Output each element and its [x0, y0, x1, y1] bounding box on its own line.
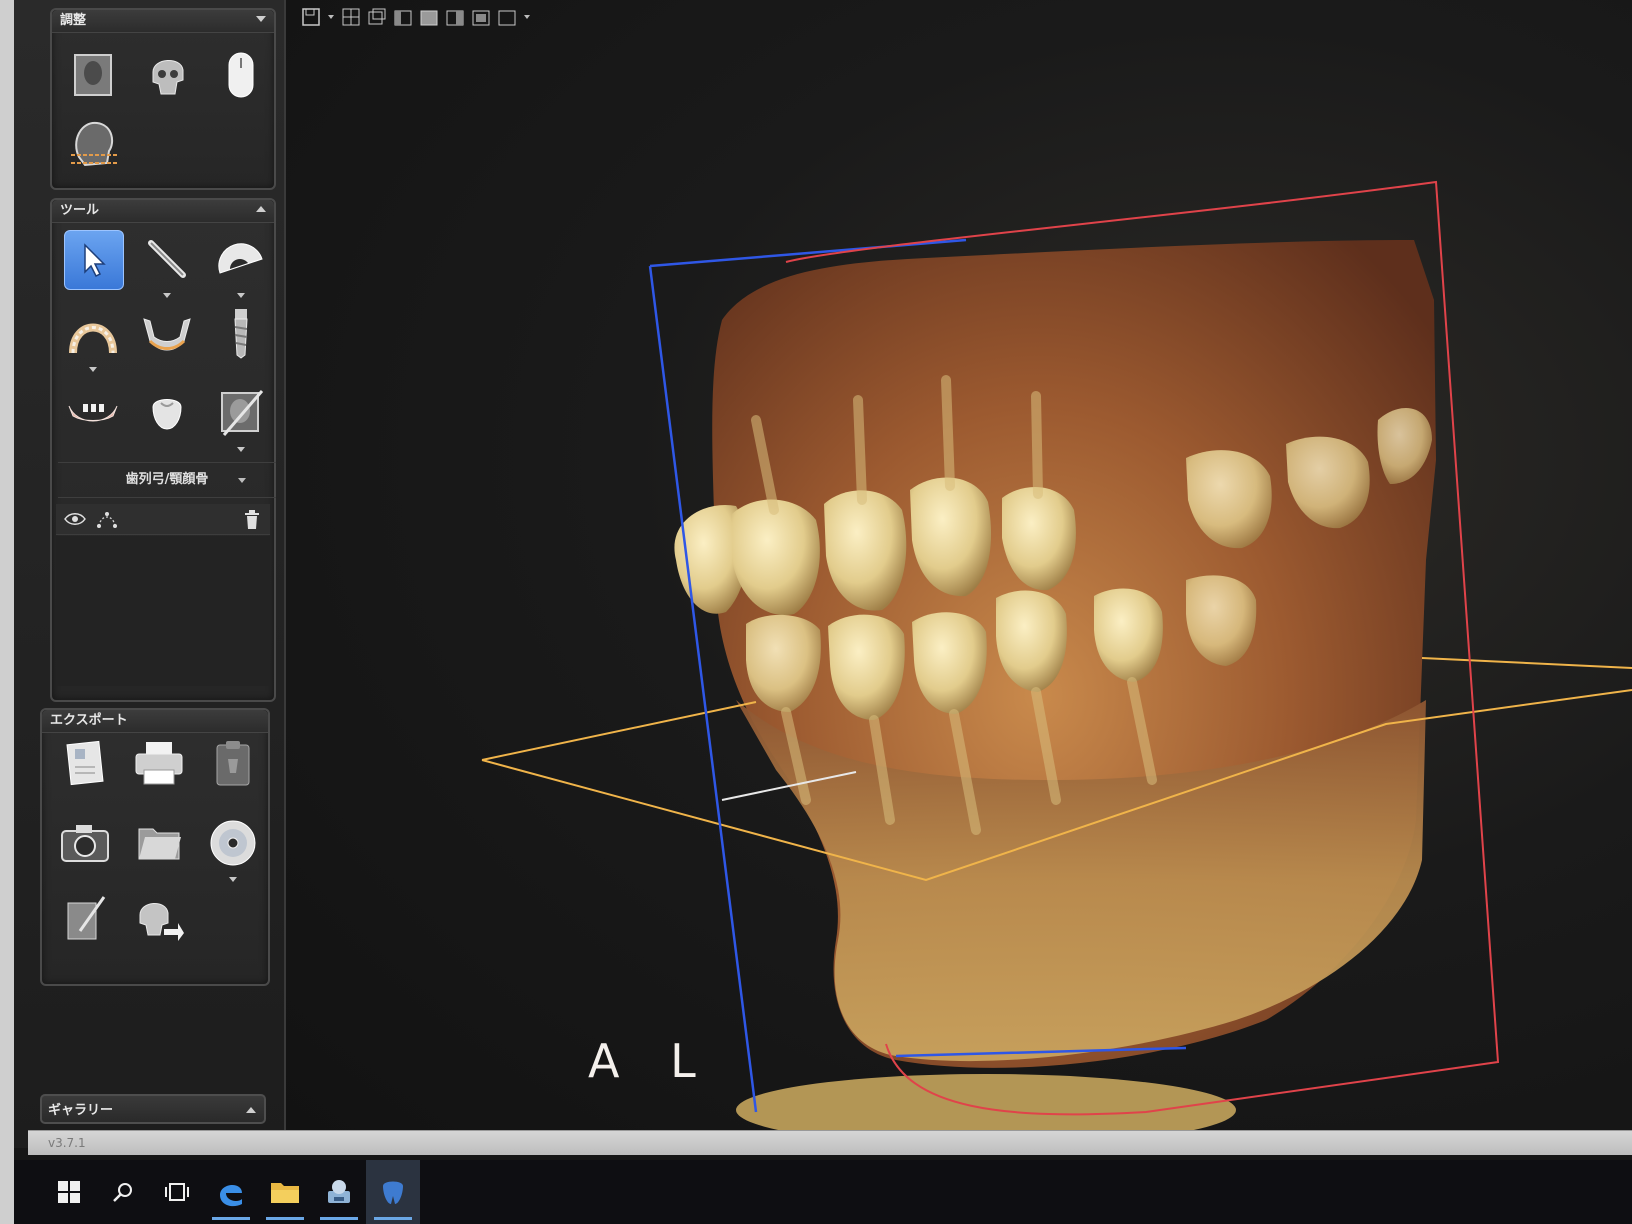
disc-icon — [210, 820, 256, 866]
status-bar: v3.7.1 — [28, 1130, 1632, 1155]
skull-view-button[interactable] — [138, 46, 196, 104]
face-view-button[interactable] — [64, 46, 122, 104]
dental-arch-icon — [69, 323, 117, 354]
send-skull-button[interactable] — [130, 890, 188, 948]
jaw-bone-icon — [68, 404, 118, 422]
export-panel-title: エクスポート — [50, 713, 128, 728]
adjust-panel: 調整 — [50, 8, 276, 190]
head-ceph-view-button[interactable] — [64, 116, 122, 174]
task-view-button[interactable] — [150, 1160, 204, 1224]
volume-render[interactable] — [286, 0, 1632, 1148]
bone-graft-tool-button[interactable] — [64, 384, 122, 442]
head-profile-icon — [71, 121, 117, 167]
ruler-icon — [148, 240, 186, 278]
skull-icon — [152, 60, 184, 95]
file-explorer-button[interactable] — [258, 1160, 312, 1224]
dental-viewer-app-button[interactable] — [366, 1160, 420, 1224]
clipboard-icon — [216, 741, 250, 786]
edit-export-button[interactable] — [56, 890, 114, 948]
adjust-panel-header[interactable]: 調整 — [52, 10, 274, 33]
start-button[interactable] — [42, 1160, 96, 1224]
protractor-icon — [218, 243, 263, 274]
tools-panel: ツール 歯列弓/顎顔骨 — [50, 198, 276, 702]
arch-tool-button[interactable] — [64, 304, 122, 372]
object-list-area[interactable] — [56, 536, 270, 686]
document-pen-icon — [67, 896, 106, 940]
chevron-down-icon — [238, 478, 246, 483]
task-view-icon — [165, 1183, 189, 1201]
eye-visibility-icon[interactable] — [64, 512, 86, 526]
report-export-button[interactable] — [56, 734, 114, 792]
folder-export-button[interactable] — [130, 814, 188, 872]
left-panel: 調整 ツール 歯列弓/顎顔骨 エクスポート ギャラリー — [14, 0, 286, 1148]
select-tool-button[interactable] — [64, 230, 124, 290]
skull-export-icon — [139, 903, 184, 941]
trash-icon[interactable] — [244, 510, 260, 530]
object-type-dropdown-label: 歯列弓/顎顔骨 — [125, 472, 209, 487]
search-icon — [113, 1183, 132, 1202]
expand-arrow-icon[interactable] — [246, 1107, 256, 1113]
nerve-tool-button[interactable] — [138, 304, 196, 362]
mandible-icon — [143, 318, 191, 351]
windows-taskbar — [14, 1160, 1632, 1224]
print-button[interactable] — [130, 734, 188, 792]
search-button[interactable] — [96, 1160, 150, 1224]
imaging-app-button[interactable] — [312, 1160, 366, 1224]
gallery-panel-header[interactable]: ギャラリー — [40, 1094, 266, 1124]
collapse-arrow-icon[interactable] — [256, 16, 266, 22]
folder-icon — [271, 1183, 299, 1203]
gallery-panel-title: ギャラリー — [48, 1103, 114, 1118]
mouse-icon — [228, 52, 254, 98]
scanner-app-icon — [328, 1180, 350, 1203]
tooth-crown-icon — [152, 399, 182, 430]
submenu-caret-icon[interactable] — [89, 367, 97, 372]
version-label: v3.7.1 — [48, 1136, 86, 1150]
export-panel: エクスポート — [40, 708, 270, 986]
burn-disc-button[interactable] — [204, 814, 262, 882]
angle-tool-button[interactable] — [212, 230, 270, 298]
measure-tool-button[interactable] — [138, 230, 196, 298]
crown-tool-button[interactable] — [138, 384, 196, 442]
curve-points-icon[interactable] — [96, 510, 118, 528]
face-photo-icon — [74, 54, 112, 96]
camera-icon — [61, 825, 109, 862]
submenu-caret-icon[interactable] — [237, 293, 245, 298]
submenu-caret-icon[interactable] — [229, 877, 237, 882]
screen: 調整 ツール 歯列弓/顎顔骨 エクスポート ギャラリー A L v3.7.1 — [14, 0, 1632, 1160]
object-list-header — [56, 504, 270, 535]
tools-panel-title: ツール — [60, 203, 100, 218]
windows-logo-icon — [58, 1181, 80, 1203]
cursor-arrow-icon — [84, 243, 106, 278]
submenu-caret-icon[interactable] — [163, 293, 171, 298]
report-document-icon — [66, 740, 104, 786]
collapse-arrow-icon[interactable] — [256, 206, 266, 212]
clipboard-export-button[interactable] — [204, 734, 262, 792]
tools-panel-header[interactable]: ツール — [52, 200, 274, 223]
object-type-dropdown[interactable]: 歯列弓/顎顔骨 — [58, 462, 276, 498]
3d-viewport[interactable]: A L — [286, 0, 1632, 1148]
orientation-indicator: A L — [588, 1034, 714, 1088]
xray-slash-icon — [221, 390, 264, 436]
screenshot-button[interactable] — [56, 814, 114, 872]
implant-tool-button[interactable] — [212, 304, 270, 362]
printer-icon — [135, 742, 183, 785]
adjust-panel-title: 調整 — [60, 13, 87, 28]
tooth-app-icon — [383, 1181, 403, 1204]
image-overlay-tool-button[interactable] — [212, 384, 270, 452]
mouse-mode-button[interactable] — [212, 46, 270, 104]
folder-icon — [138, 828, 181, 860]
edge-browser-button[interactable] — [204, 1160, 258, 1224]
submenu-caret-icon[interactable] — [237, 447, 245, 452]
edge-browser-icon — [220, 1184, 242, 1207]
implant-icon — [234, 309, 248, 359]
export-panel-header[interactable]: エクスポート — [42, 710, 268, 733]
